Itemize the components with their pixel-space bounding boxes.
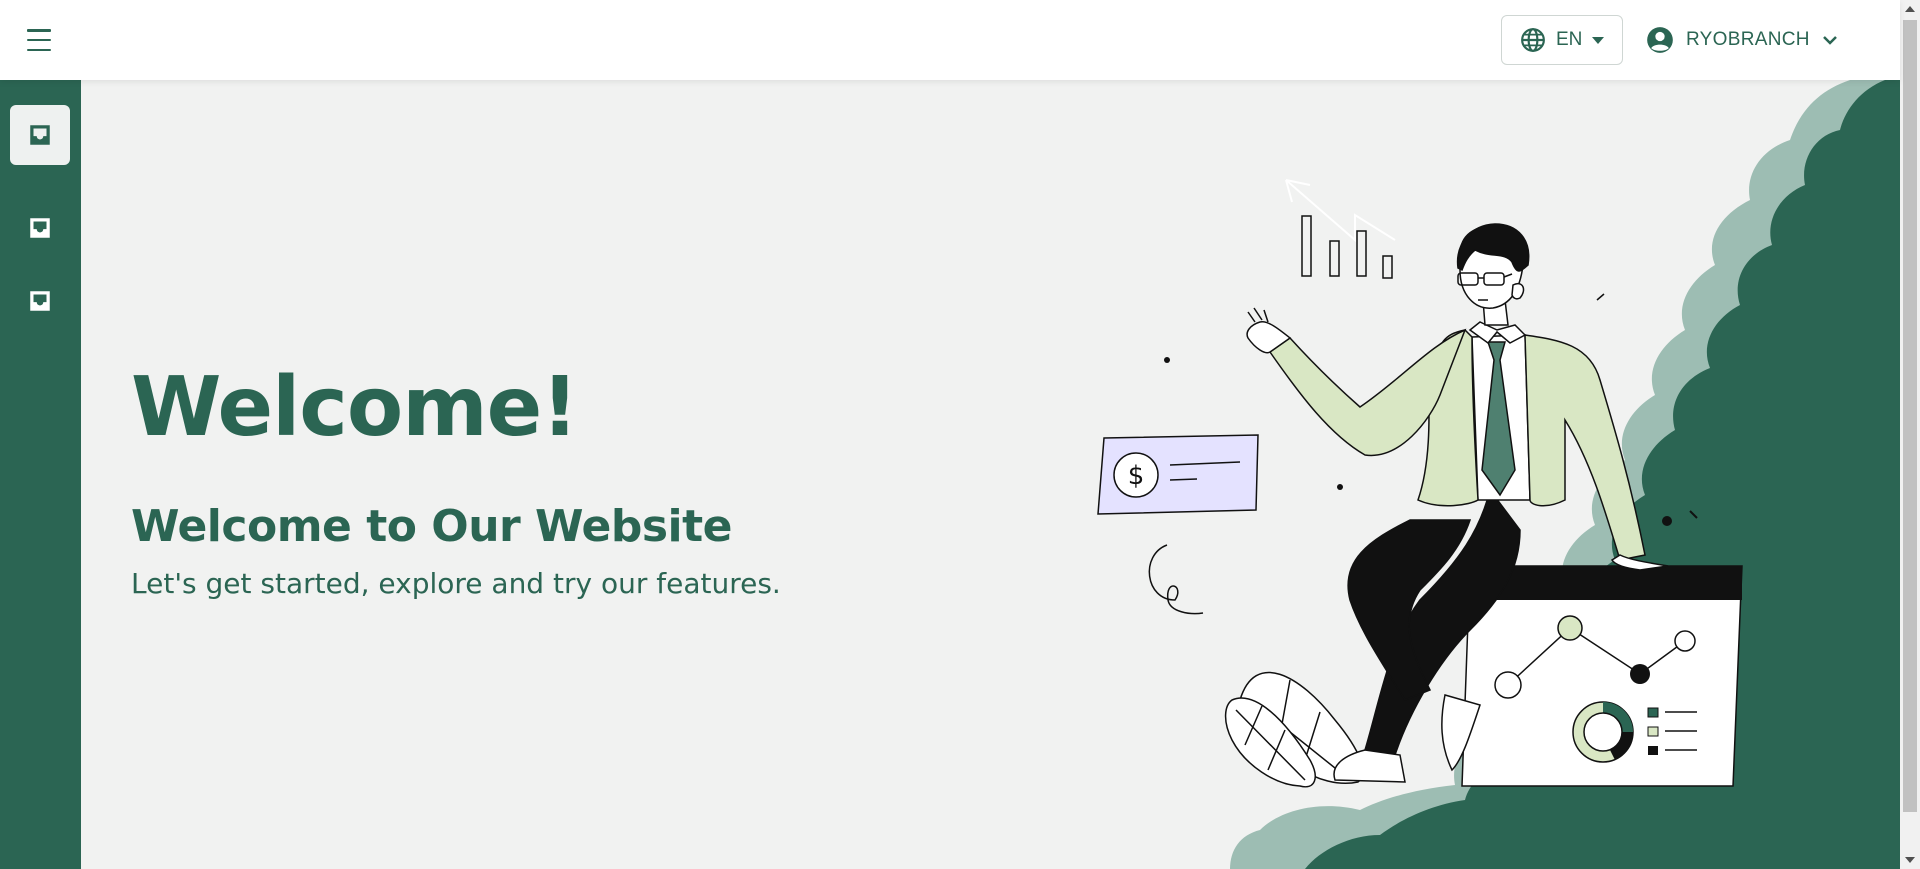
account-circle-icon [1647, 27, 1673, 53]
page-title: Welcome! [131, 360, 579, 455]
scrollbar-thumb[interactable] [1903, 20, 1917, 812]
welcome-illustration: $ [1097, 80, 1900, 869]
inbox-icon [30, 218, 50, 238]
bar-chart-doodle [1301, 215, 1393, 279]
dashboard-panel-illustration [1461, 565, 1743, 787]
squiggle-doodle [1148, 544, 1204, 615]
menu-icon[interactable] [24, 26, 54, 54]
sidebar [0, 80, 81, 869]
svg-text:$: $ [1128, 461, 1145, 491]
page-subtitle: Welcome to Our Website [131, 501, 732, 552]
globe-icon [1521, 28, 1545, 52]
language-label: EN [1556, 29, 1583, 50]
scroll-up-arrow-icon[interactable] [1905, 6, 1915, 12]
caret-down-icon [1592, 36, 1605, 44]
sidebar-item-2[interactable] [10, 198, 70, 258]
scroll-down-arrow-icon[interactable] [1905, 857, 1915, 863]
chevron-down-icon [1822, 36, 1837, 45]
sidebar-item-3[interactable] [10, 271, 70, 331]
inbox-icon [30, 125, 50, 145]
page-description: Let's get started, explore and try our f… [131, 567, 781, 600]
language-selector[interactable]: EN [1501, 15, 1623, 65]
user-name: RYOBRANCH [1686, 29, 1810, 50]
user-menu[interactable]: RYOBRANCH [1646, 15, 1838, 65]
scrollbar[interactable] [1900, 0, 1920, 869]
top-app-bar: EN RYOBRANCH [0, 0, 1900, 80]
inbox-icon [30, 291, 50, 311]
sidebar-item-1[interactable] [10, 105, 70, 165]
cheque-card-illustration: $ [1097, 434, 1259, 515]
